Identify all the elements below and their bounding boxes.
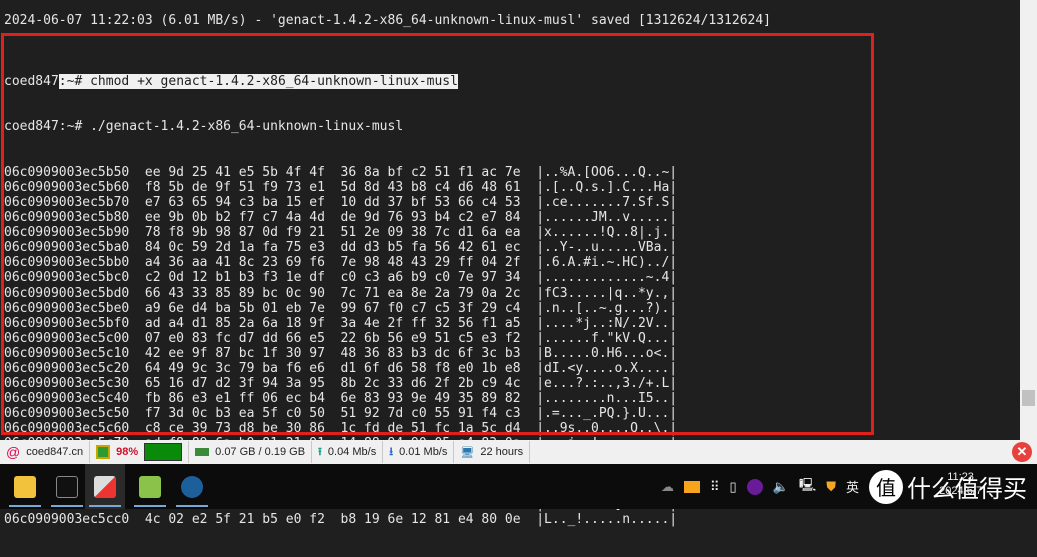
cpu-segment: 98% [90, 441, 190, 463]
v-tray-icon[interactable] [746, 478, 763, 495]
cpu-usage: 98% [116, 446, 139, 458]
host-segment: @ coed847.cn [0, 441, 91, 463]
taskbar: ☁ ⠿ ▯ 🔈 🖳 ⛊ 英 值什么值得买 11:23 2024/6/7 [0, 464, 1037, 509]
taskbar-xshell[interactable] [85, 464, 125, 509]
memory-usage: 0.07 GB / 0.19 GB [215, 446, 306, 458]
taskbar-terminal[interactable] [47, 464, 87, 509]
upload-icon: ⭱ [318, 445, 322, 458]
debian-icon: @ [6, 444, 21, 460]
cpu-graph [144, 443, 183, 461]
taskbar-notepad[interactable] [130, 464, 170, 509]
download-segment: ⭳ 0.01 Mb/s [383, 441, 455, 463]
clock-date: 2024/6/7 [939, 485, 982, 497]
usb-icon[interactable]: ▯ [730, 479, 737, 495]
window-icon[interactable] [684, 480, 700, 493]
terminal[interactable]: 2024-06-07 11:22:03 (6.01 MB/s) - 'genac… [0, 0, 1020, 527]
memory-icon [195, 448, 210, 456]
ime-indicator[interactable]: 英 [846, 477, 859, 496]
clock[interactable]: 11:23 2024/6/7 [939, 470, 982, 498]
monitor-icon: 🖥 [460, 446, 475, 459]
hexdump-row: 06c0909003ec5cc0 4c 02 e2 5f 21 b5 e0 f2… [4, 511, 678, 527]
taskbar-v-app[interactable] [172, 464, 212, 509]
highlight-box [1, 33, 874, 435]
network-icon[interactable]: 🖳 [799, 476, 816, 498]
scrollbar[interactable] [1020, 0, 1037, 440]
cpu-icon [96, 445, 111, 459]
scrollbar-thumb[interactable] [1022, 390, 1035, 406]
clock-time: 11:23 [947, 471, 974, 483]
host-label: coed847.cn [26, 446, 84, 458]
cloud-icon[interactable]: ☁ [661, 479, 674, 495]
uptime-segment: 🖥 22 hours [454, 441, 531, 463]
xshell-icon [94, 475, 116, 498]
terminal-icon [56, 475, 78, 498]
grid-icon[interactable]: ⠿ [710, 479, 720, 495]
v-app-icon [181, 475, 203, 498]
download-saved-line: 2024-06-07 11:22:03 (6.01 MB/s) - 'genac… [4, 13, 772, 28]
upload-segment: ⭱ 0.04 Mb/s [312, 441, 384, 463]
shield-icon[interactable]: ⛊ [826, 479, 836, 495]
notepad-icon [139, 475, 161, 498]
upload-speed: 0.04 Mb/s [327, 446, 377, 458]
download-speed: 0.01 Mb/s [399, 446, 448, 458]
memory-segment: 0.07 GB / 0.19 GB [189, 441, 313, 463]
close-icon[interactable]: ✕ [1012, 442, 1032, 462]
uptime: 22 hours [480, 446, 524, 458]
folder-icon [14, 475, 36, 498]
volume-icon[interactable]: 🔈 [773, 479, 789, 495]
system-tray: ☁ ⠿ ▯ 🔈 🖳 ⛊ 英 值什么值得买 11:23 2024/6/7 [661, 464, 1037, 509]
taskbar-file-explorer[interactable] [5, 464, 45, 509]
download-icon: ⭳ [389, 445, 394, 458]
status-bar: @ coed847.cn 98% 0.07 GB / 0.19 GB ⭱ 0.04 … [0, 440, 1037, 464]
